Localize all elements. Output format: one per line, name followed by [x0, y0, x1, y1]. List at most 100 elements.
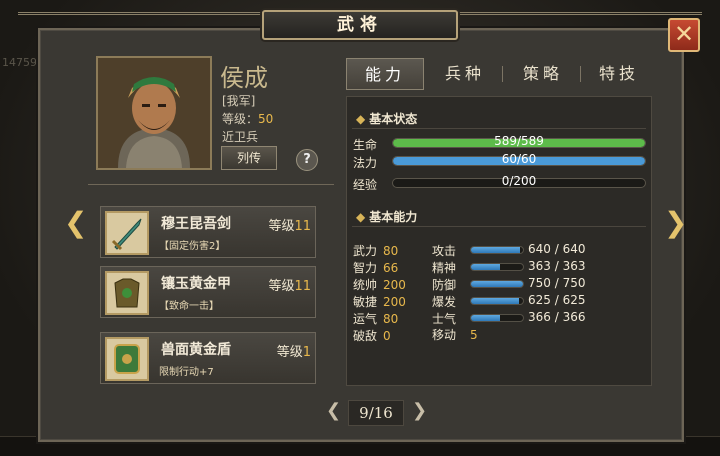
- hp-label: 生命: [353, 138, 378, 152]
- equipment-name: 兽面黄金盾: [161, 342, 231, 358]
- shield-icon: [105, 337, 149, 381]
- section-divider: [352, 128, 646, 129]
- equipment-slot-armor[interactable]: 镶玉黄金甲 等级11 【致命一击】: [100, 266, 316, 318]
- move-stat: 移动 5: [432, 326, 478, 343]
- hero-unit-type: 近卫兵: [222, 130, 259, 144]
- ability-stat: 智力 66: [353, 259, 398, 276]
- divider: [88, 184, 334, 185]
- combat-stat-bar: [470, 280, 524, 288]
- combat-stat-bar: [470, 246, 524, 254]
- hero-portrait: [96, 56, 212, 170]
- help-button[interactable]: ?: [296, 149, 318, 171]
- ability-label: 统帅: [353, 278, 378, 292]
- combat-stat-value: 363 / 363: [528, 259, 586, 273]
- equipment-level-value: 1: [302, 345, 311, 360]
- pager-next-button[interactable]: ❯: [412, 400, 427, 421]
- move-label: 移动: [432, 328, 457, 342]
- equipment-desc: 【固定伤害2】: [159, 241, 226, 252]
- combat-stat-bar-fill: [471, 298, 519, 304]
- tab-strategy[interactable]: 策略: [506, 58, 580, 90]
- ability-label: 运气: [353, 312, 378, 326]
- combat-stat-value: 750 / 750: [528, 276, 586, 290]
- mp-value: 60/60: [501, 152, 537, 166]
- equipment-slot-weapon[interactable]: 穆王昆吾剑 等级11 【固定伤害2】: [100, 206, 316, 258]
- exp-value: 0/200: [501, 174, 537, 188]
- close-button[interactable]: ✕: [668, 18, 700, 52]
- basic-status-title: ◆ 基本状态: [356, 112, 418, 126]
- combat-stat-label: 士气: [432, 312, 457, 326]
- combat-stat-bar: [470, 314, 524, 322]
- next-hero-arrow[interactable]: ❯: [664, 206, 687, 239]
- sword-icon: [105, 211, 149, 255]
- title-plate: 武将: [262, 10, 458, 40]
- section-divider: [352, 226, 646, 227]
- armor-icon: [105, 271, 149, 315]
- combat-stat-label: 防御: [432, 278, 457, 292]
- combat-stat-bar-fill: [471, 281, 523, 287]
- hero-level-value: 50: [258, 112, 274, 126]
- pager-prev-button[interactable]: ❮: [326, 400, 341, 421]
- window-title: 武将: [337, 15, 383, 35]
- hero-level-label: 等级：: [222, 112, 259, 126]
- ability-value: 0: [383, 329, 391, 343]
- combat-stat-bar-fill: [471, 264, 500, 270]
- ability-value: 200: [383, 278, 406, 292]
- pager-text: 9/16: [348, 400, 404, 426]
- ability-stat: 破敌 0: [353, 327, 391, 344]
- combat-stat-value: 366 / 366: [528, 310, 586, 324]
- mp-label: 法力: [353, 156, 378, 170]
- equipment-level: 等级11: [268, 215, 311, 234]
- equipment-level: 等级11: [268, 275, 311, 294]
- hero-pager: ❮ 9/16 ❯: [326, 400, 427, 426]
- equipment-level-value: 11: [294, 279, 311, 294]
- combat-stat-label: 精神: [432, 261, 457, 275]
- ability-value: 80: [383, 244, 399, 258]
- hp-value: 589/589: [494, 134, 544, 148]
- combat-stat-bar-fill: [471, 247, 521, 253]
- combat-stat-label: 爆发: [432, 295, 457, 309]
- equipment-level-label: 等级: [276, 345, 303, 360]
- tab-separator: [502, 66, 503, 82]
- tab-ability[interactable]: 能力: [346, 58, 424, 90]
- equipment-slot-shield[interactable]: 兽面黄金盾 等级1 限制行动+7: [100, 332, 316, 384]
- tab-separator: [580, 66, 581, 82]
- hero-faction: [我军]: [222, 94, 256, 108]
- tab-skills[interactable]: 特技: [584, 58, 654, 90]
- exp-label: 经验: [353, 178, 378, 192]
- tab-bar: 能力 兵种 策略 特技: [346, 58, 652, 90]
- biography-button[interactable]: 列传: [221, 146, 277, 170]
- combat-stat-bar-fill: [471, 315, 500, 321]
- tab-troops[interactable]: 兵种: [428, 58, 502, 90]
- ability-label: 敏捷: [353, 295, 378, 309]
- equipment-level-label: 等级: [268, 219, 295, 234]
- move-value: 5: [470, 328, 478, 342]
- combat-stat-label: 攻击: [432, 244, 457, 258]
- prev-hero-arrow[interactable]: ❮: [64, 206, 87, 239]
- ability-stat: 运气 80: [353, 310, 398, 327]
- ability-stat: 武力 80: [353, 242, 398, 259]
- equipment-name: 穆王昆吾剑: [161, 216, 231, 232]
- ability-label: 智力: [353, 261, 378, 275]
- ability-stat: 敏捷 200: [353, 293, 406, 310]
- equipment-desc: 【致命一击】: [159, 301, 219, 312]
- equipment-desc: 限制行动+7: [159, 367, 214, 378]
- ability-value: 66: [383, 261, 399, 275]
- ability-value: 80: [383, 312, 399, 326]
- ability-label: 破敌: [353, 329, 378, 343]
- basic-status-title-text: 基本状态: [369, 112, 418, 126]
- basic-ability-title-text: 基本能力: [369, 210, 418, 224]
- hero-name: 侯成: [220, 64, 268, 92]
- basic-ability-title: ◆ 基本能力: [356, 210, 418, 224]
- combat-stat-bar: [470, 297, 524, 305]
- equipment-level: 等级1: [277, 341, 311, 360]
- ability-value: 200: [383, 295, 406, 309]
- combat-stat-value: 625 / 625: [528, 293, 586, 307]
- equipment-level-value: 11: [294, 219, 311, 234]
- equipment-name: 镶玉黄金甲: [161, 276, 231, 292]
- close-icon: ✕: [673, 20, 695, 48]
- equipment-level-label: 等级: [268, 279, 295, 294]
- ability-stat: 统帅 200: [353, 276, 406, 293]
- ability-label: 武力: [353, 244, 378, 258]
- combat-stat-bar: [470, 263, 524, 271]
- combat-stat-value: 640 / 640: [528, 242, 586, 256]
